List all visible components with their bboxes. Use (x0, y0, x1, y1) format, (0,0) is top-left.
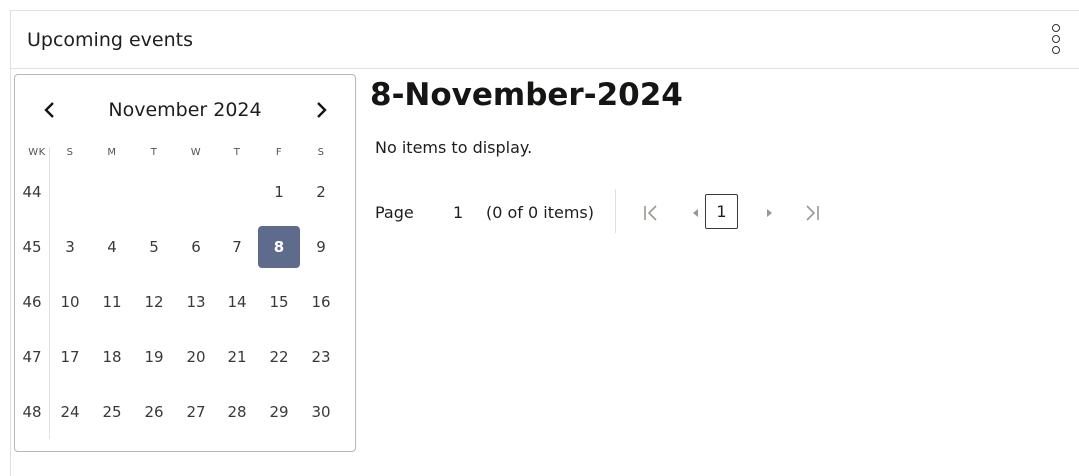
current-page-button[interactable]: 1 (705, 194, 738, 229)
day-cell[interactable]: 19 (133, 336, 175, 378)
page-value: 1 (453, 203, 464, 222)
page-label: Page (375, 203, 414, 222)
day-cell[interactable]: 28 (216, 391, 258, 433)
day-cell[interactable]: 25 (91, 391, 133, 433)
weekday-header: T (233, 147, 241, 158)
upcoming-events-panel: Upcoming events November 2024 WK S M T W T F S … (10, 10, 1079, 476)
calendar-week-row: 46 10 11 12 13 14 15 16 (15, 281, 355, 325)
day-cell[interactable]: 6 (175, 226, 217, 268)
month-label: November 2024 (108, 99, 262, 121)
day-cell[interactable]: 10 (49, 281, 91, 323)
day-cell[interactable]: 4 (91, 226, 133, 268)
prev-page-icon[interactable] (683, 201, 707, 225)
pagination: Page 1 (0 of 0 items) 1 (375, 189, 835, 243)
panel-header: Upcoming events (11, 11, 1079, 69)
day-cell[interactable]: 26 (133, 391, 175, 433)
day-cell[interactable]: 9 (300, 226, 342, 268)
calendar-week-row: 45 3 4 5 6 7 8 9 (15, 226, 355, 270)
kebab-menu-icon[interactable] (1050, 24, 1062, 54)
day-cell[interactable]: 29 (258, 391, 300, 433)
empty-message: No items to display. (375, 138, 533, 157)
calendar-week-row: 47 17 18 19 20 21 22 23 (15, 336, 355, 380)
weekday-header: S (317, 147, 325, 158)
item-count: (0 of 0 items) (486, 203, 595, 222)
next-page-icon[interactable] (758, 201, 782, 225)
day-cell[interactable]: 5 (133, 226, 175, 268)
day-cell[interactable]: 14 (216, 281, 258, 323)
week-number: 46 (22, 293, 42, 311)
day-cell[interactable]: 17 (49, 336, 91, 378)
week-number: 48 (22, 403, 42, 421)
weekday-header: F (275, 147, 283, 158)
weekday-header: S (66, 147, 74, 158)
pager-divider (615, 189, 616, 233)
selected-day-cell[interactable]: 8 (258, 226, 300, 268)
weekday-header: T (150, 147, 158, 158)
first-page-icon[interactable] (639, 201, 663, 225)
day-cell[interactable]: 24 (49, 391, 91, 433)
day-cell[interactable]: 22 (258, 336, 300, 378)
day-cell[interactable]: 20 (175, 336, 217, 378)
chevron-right-icon[interactable] (308, 97, 334, 123)
panel-title: Upcoming events (27, 29, 193, 51)
day-cell[interactable]: 11 (91, 281, 133, 323)
calendar-week-row: 44 1 2 (15, 171, 355, 215)
day-cell[interactable]: 27 (175, 391, 217, 433)
calendar-week-row: 48 24 25 26 27 28 29 30 (15, 391, 355, 435)
day-cell[interactable]: 7 (216, 226, 258, 268)
calendar: November 2024 WK S M T W T F S 44 1 2 45 3 4 5 6 7 8 9 46 1… (14, 74, 356, 452)
day-cell[interactable]: 23 (300, 336, 342, 378)
selected-date-title: 8-November-2024 (370, 77, 683, 113)
week-number: 47 (22, 348, 42, 366)
day-cell[interactable]: 30 (300, 391, 342, 433)
weekday-header: M (107, 147, 117, 158)
week-number: 45 (22, 238, 42, 256)
day-cell[interactable]: 12 (133, 281, 175, 323)
last-page-icon[interactable] (800, 201, 824, 225)
day-cell[interactable]: 2 (300, 171, 342, 213)
weekday-header-row: WK S M T W T F S (15, 147, 355, 163)
week-number: 44 (22, 183, 42, 201)
day-cell[interactable]: 15 (258, 281, 300, 323)
day-cell[interactable]: 1 (258, 171, 300, 213)
day-cell[interactable]: 3 (49, 226, 91, 268)
day-cell[interactable]: 21 (216, 336, 258, 378)
day-cell[interactable]: 13 (175, 281, 217, 323)
day-cell[interactable]: 16 (300, 281, 342, 323)
weekday-header: W (190, 147, 202, 158)
day-cell[interactable]: 18 (91, 336, 133, 378)
